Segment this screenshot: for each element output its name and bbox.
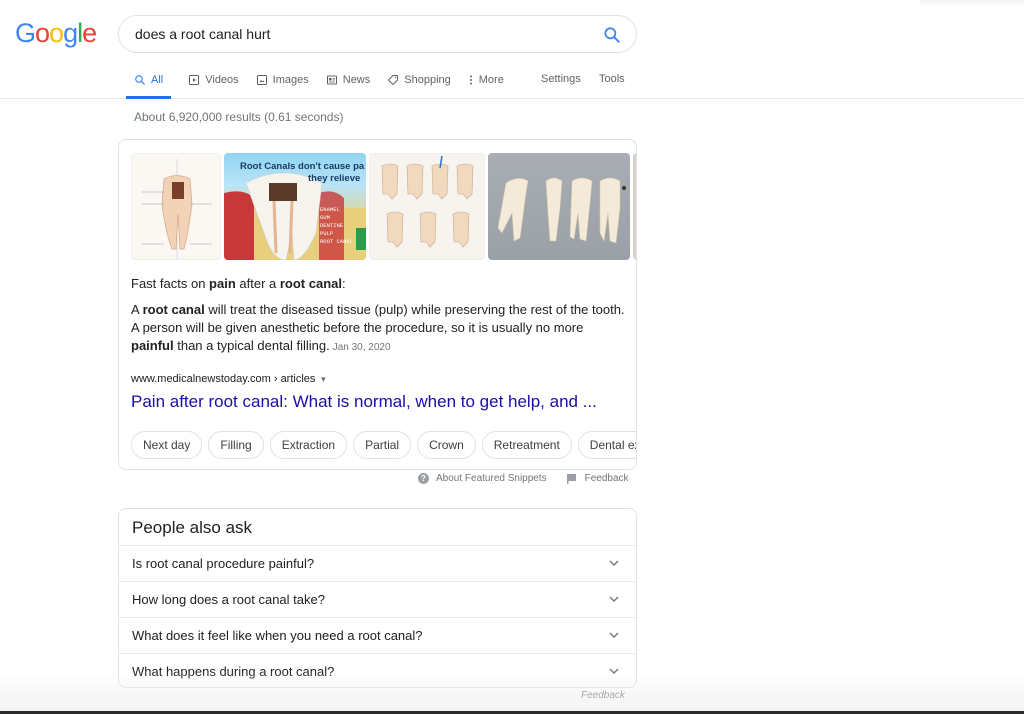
- snippet-image[interactable]: [488, 153, 630, 260]
- url-breadcrumb: www.medicalnewstoday.com › articles: [131, 373, 316, 385]
- text: About Featured Snippets: [436, 473, 547, 484]
- tab-label: Images: [272, 74, 309, 86]
- tab-label: Shopping: [404, 74, 451, 86]
- text-bold: root canal: [279, 276, 342, 291]
- search-button[interactable]: [602, 25, 622, 45]
- text: Feedback: [584, 473, 629, 484]
- extracted-teeth-icon: [497, 177, 626, 244]
- text: than a typical dental filling.: [173, 338, 330, 353]
- chip[interactable]: Crown: [417, 431, 476, 459]
- snippet-date: Jan 30, 2020: [332, 342, 391, 353]
- chip[interactable]: Filling: [208, 431, 264, 459]
- feedback-flag-icon: [566, 473, 576, 484]
- tab-images[interactable]: Images: [256, 64, 309, 96]
- featured-snippet: Root Canals don't cause pa they relieve …: [118, 139, 637, 470]
- people-also-ask: People also ask Is root canal procedure …: [118, 508, 637, 688]
- refinement-chips: Next day Filling Extraction Partial Crow…: [131, 431, 636, 459]
- image-label: PULP: [320, 230, 333, 237]
- snippet-image-strip: Root Canals don't cause pa they relieve …: [131, 153, 636, 260]
- settings-link[interactable]: Settings: [541, 73, 581, 85]
- tools-link[interactable]: Tools: [599, 73, 625, 85]
- snippet-image[interactable]: [633, 153, 636, 260]
- chevron-down-icon: [609, 668, 619, 674]
- image-icon: [256, 75, 267, 85]
- logo-letter: o: [49, 18, 64, 48]
- chip[interactable]: Extraction: [269, 431, 348, 459]
- tab-more[interactable]: More: [468, 64, 504, 96]
- chip[interactable]: Partial: [353, 431, 412, 459]
- text-bold: pain: [209, 276, 236, 291]
- logo-letter: e: [82, 18, 97, 48]
- question-text: How long does a root canal take?: [132, 592, 325, 607]
- chevron-down-icon: [609, 560, 619, 566]
- image-label: ENAMEL: [320, 206, 340, 213]
- image-label: DENTINE: [320, 222, 344, 229]
- header: Google All Videos Images News Shopping: [0, 0, 1024, 99]
- snippet-text: A root canal will treat the diseased tis…: [131, 301, 626, 357]
- chip[interactable]: Dental extraction: [577, 431, 636, 459]
- logo-letter: g: [63, 18, 78, 48]
- text-bold: painful: [131, 338, 174, 353]
- tab-shopping[interactable]: Shopping: [387, 64, 451, 96]
- help-icon: ?: [418, 473, 429, 484]
- tooth-diagram-icon: [142, 159, 212, 259]
- tab-news[interactable]: News: [326, 64, 371, 96]
- snippet-heading: Fast facts on pain after a root canal:: [131, 276, 346, 291]
- google-logo[interactable]: Google: [15, 18, 97, 49]
- question-text: What happens during a root canal?: [132, 664, 335, 679]
- paa-question[interactable]: Is root canal procedure painful?: [119, 545, 636, 581]
- tab-label: More: [478, 74, 504, 86]
- paa-question[interactable]: What does it feel like when you need a r…: [119, 617, 636, 653]
- text: A: [131, 302, 143, 317]
- result-url: www.medicalnewstoday.com › articles ▼: [131, 373, 327, 385]
- text: Fast facts on: [131, 276, 210, 291]
- question-text: What does it feel like when you need a r…: [132, 628, 423, 643]
- root-canal-steps-icon: [381, 155, 474, 248]
- news-icon: [326, 75, 337, 85]
- text: :: [341, 276, 346, 291]
- tag-icon: [388, 75, 399, 85]
- logo-letter: G: [15, 18, 36, 48]
- snippet-footer: ? About Featured Snippets Feedback: [418, 473, 629, 484]
- play-icon: [189, 75, 200, 85]
- search-tabs: All Videos Images News Shopping More: [126, 64, 521, 99]
- chip[interactable]: Retreatment: [481, 431, 572, 459]
- snippet-image[interactable]: [369, 153, 485, 260]
- image-label: ROOT CANAL: [320, 238, 353, 245]
- paa-question[interactable]: How long does a root canal take?: [119, 581, 636, 617]
- chevron-down-icon: [609, 596, 619, 602]
- paa-feedback-link[interactable]: Feedback: [581, 690, 625, 701]
- text: will treat the diseased tissue (pulp) wh…: [131, 302, 625, 335]
- result-title-link[interactable]: Pain after root canal: What is normal, w…: [131, 392, 597, 412]
- tab-label: Videos: [205, 74, 239, 86]
- result-stats: About 6,920,000 results (0.61 seconds): [134, 110, 344, 124]
- paa-heading: People also ask: [132, 518, 253, 537]
- tooth-illustration-icon: Root Canals don't cause pa they relieve …: [224, 161, 366, 260]
- image-label: GUM: [320, 214, 330, 221]
- search-icon: [604, 27, 620, 43]
- question-text: Is root canal procedure painful?: [132, 556, 315, 571]
- caret-down-icon[interactable]: ▼: [319, 375, 327, 384]
- search-input[interactable]: [135, 16, 575, 52]
- search-icon: [135, 75, 145, 85]
- text-bold: root canal: [142, 302, 205, 317]
- snippet-feedback-link[interactable]: Feedback: [566, 473, 629, 484]
- image-caption: they relieve: [308, 173, 360, 184]
- paa-question[interactable]: What happens during a root canal?: [119, 653, 636, 687]
- search-box: [118, 15, 637, 53]
- tab-label: All: [151, 74, 164, 86]
- tab-videos[interactable]: Videos: [188, 64, 239, 96]
- more-vert-icon: [469, 75, 472, 85]
- tab-all[interactable]: All: [126, 64, 172, 99]
- tab-label: News: [342, 74, 371, 86]
- snippet-image[interactable]: [131, 153, 221, 260]
- chip[interactable]: Next day: [131, 431, 203, 459]
- snippet-image[interactable]: Root Canals don't cause pa they relieve …: [224, 153, 366, 260]
- logo-letter: o: [35, 18, 50, 48]
- text: after a: [235, 276, 280, 291]
- about-featured-snippets-link[interactable]: ? About Featured Snippets: [418, 473, 547, 484]
- image-caption: Root Canals don't cause pa: [240, 161, 365, 172]
- chevron-down-icon: [609, 632, 619, 638]
